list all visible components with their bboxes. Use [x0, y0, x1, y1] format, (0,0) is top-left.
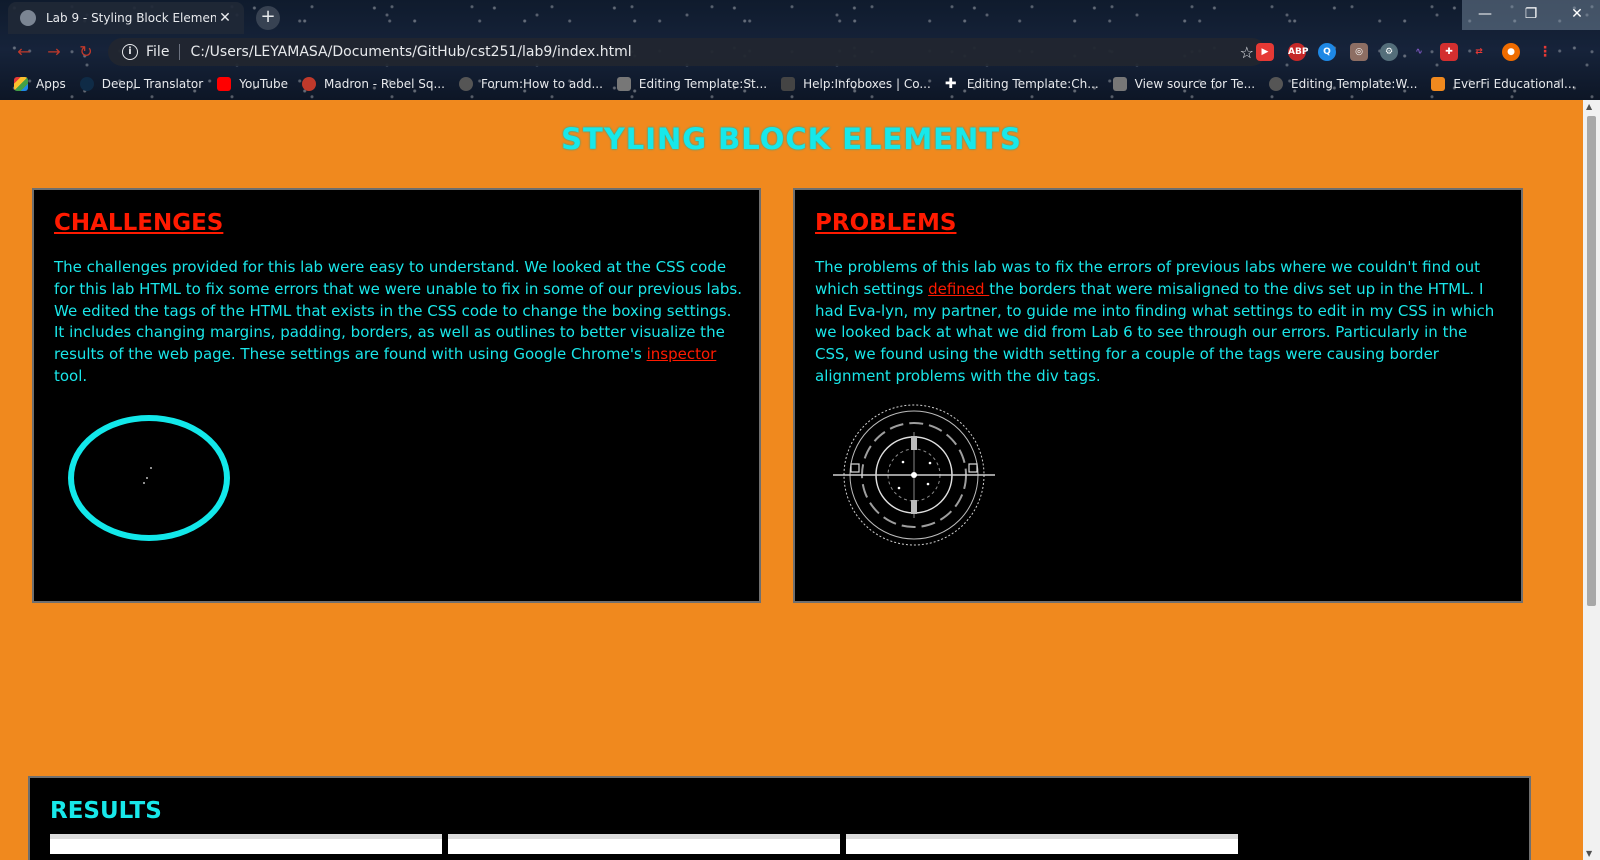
bookmark-label: Madron - Rebel Sq...	[324, 77, 445, 91]
star-dot	[146, 477, 148, 479]
forward-arrow-icon[interactable]: →	[44, 42, 64, 62]
scroll-thumb[interactable]	[1587, 116, 1596, 606]
thumbnail-titlebar	[448, 834, 840, 839]
challenges-text-part: tool.	[54, 366, 88, 385]
hud-ring-image	[833, 404, 995, 546]
window-close-button[interactable]: ✕	[1554, 0, 1600, 30]
dots-icon	[781, 77, 796, 91]
globe-icon	[20, 10, 36, 26]
info-icon[interactable]: i	[122, 44, 138, 60]
profile-avatar[interactable]: ●	[1502, 43, 1520, 61]
bookmark-label: Editing Template:St...	[638, 77, 768, 91]
thumbnail-titlebar	[50, 834, 442, 839]
heart-icon	[1269, 77, 1284, 91]
bookmark-label: YouTube	[239, 77, 289, 91]
heart-icon	[458, 77, 473, 91]
bookmark-label: DeepL Translator	[101, 77, 204, 91]
result-screenshot-thumbnail[interactable]	[846, 834, 1238, 854]
scroll-down-icon[interactable]: ▼	[1586, 849, 1592, 858]
bookmark-label: Help:Infoboxes | Co...	[803, 77, 931, 91]
new-tab-button[interactable]: +	[256, 6, 280, 30]
url-text[interactable]: C:/Users/LEYAMASA/Documents/GitHub/cst25…	[190, 44, 1239, 60]
browser-chrome: Lab 9 - Styling Block Elements ✕ + — ❐ ✕…	[0, 0, 1600, 100]
bookmark-label: Editing Template:Ch...	[966, 77, 1099, 91]
inspector-link[interactable]: inspector	[647, 345, 717, 363]
bookmark-label: EverFi Educational...	[1453, 77, 1576, 91]
address-separator	[179, 44, 181, 60]
owl-extension-icon[interactable]: ◎	[1350, 43, 1368, 61]
problems-panel: PROBLEMS The problems of this lab was to…	[793, 188, 1523, 603]
tab-bar: Lab 9 - Styling Block Elements ✕ + — ❐ ✕	[0, 0, 1600, 34]
wave-extension-icon[interactable]: ∿	[1410, 43, 1428, 61]
url-scheme-label: File	[146, 44, 170, 60]
bookmark-label: Editing Template:W...	[1291, 77, 1418, 91]
tab-title: Lab 9 - Styling Block Elements	[46, 11, 216, 25]
bookmark-label: Apps	[36, 77, 66, 91]
restore-button[interactable]: ❐	[1508, 0, 1554, 30]
problems-heading: PROBLEMS	[815, 210, 957, 236]
bookmark-item[interactable]: Help:Infoboxes | Co...	[781, 77, 931, 91]
menu-icon[interactable]: ⋮	[1536, 43, 1554, 61]
scroll-up-icon[interactable]: ▲	[1586, 102, 1592, 111]
challenges-heading: CHALLENGES	[54, 210, 224, 236]
browser-tab[interactable]: Lab 9 - Styling Block Elements ✕	[8, 2, 244, 34]
bookmark-item[interactable]: View source for Te...	[1112, 77, 1256, 91]
madron-icon	[302, 77, 317, 91]
wiki-icon	[1112, 77, 1127, 91]
reload-icon[interactable]: ↻	[76, 42, 96, 62]
bookmark-item[interactable]: Madron - Rebel Sq...	[302, 77, 445, 91]
bookmark-item[interactable]: ✚ Editing Template:Ch...	[945, 77, 1099, 91]
everfi-icon	[1431, 77, 1446, 91]
bookmarks-bar: Apps DeepL Translator YouTube Madron - R…	[0, 70, 1600, 98]
plus-icon: ✚	[944, 76, 957, 92]
bookmark-item[interactable]: EverFi Educational...	[1431, 77, 1575, 91]
result-screenshot-thumbnail[interactable]	[50, 834, 442, 854]
deepl-icon	[79, 77, 94, 91]
thumbnail-titlebar	[846, 834, 1238, 839]
puzzle-icon[interactable]: ✚	[1440, 43, 1458, 61]
bookmark-item[interactable]: YouTube	[217, 77, 288, 91]
page-title: STYLING BLOCK ELEMENTS	[561, 122, 1022, 156]
results-panel: RESULTS	[28, 776, 1531, 860]
close-tab-icon[interactable]: ✕	[216, 10, 234, 26]
bookmark-label: Forum:How to add...	[480, 77, 603, 91]
wiki-icon	[616, 77, 631, 91]
bookmark-label: View source for Te...	[1134, 77, 1256, 91]
apps-grid-icon	[14, 77, 28, 91]
browser-toolbar: ← → ↻ i File C:/Users/LEYAMASA/Documents…	[0, 34, 1600, 70]
star-dot	[143, 482, 145, 484]
vertical-scrollbar[interactable]: ▲ ▼	[1583, 100, 1600, 860]
cyan-oval-image	[68, 415, 230, 541]
bookmark-item[interactable]: Forum:How to add...	[458, 77, 603, 91]
results-heading: RESULTS	[50, 798, 162, 824]
star-icon[interactable]: ☆	[1240, 43, 1254, 62]
search-extension-icon[interactable]: Q	[1318, 43, 1336, 61]
back-arrow-icon[interactable]: ←	[14, 42, 34, 62]
page-viewport: STYLING BLOCK ELEMENTS CHALLENGES The ch…	[0, 100, 1583, 860]
bookmark-item[interactable]: Apps	[14, 77, 66, 91]
bookmark-item[interactable]: DeepL Translator	[79, 77, 204, 91]
adblock-icon[interactable]: ABP	[1288, 43, 1308, 61]
address-bar[interactable]: i File C:/Users/LEYAMASA/Documents/GitHu…	[108, 38, 1266, 66]
minimize-button[interactable]: —	[1462, 0, 1508, 30]
defined-link[interactable]: defined	[928, 280, 989, 298]
star-dot	[150, 467, 152, 469]
challenges-text-part: The challenges provided for this lab wer…	[54, 258, 742, 364]
gear-icon[interactable]: ⚙	[1380, 43, 1398, 61]
result-screenshot-thumbnail[interactable]	[448, 834, 840, 854]
youtube-icon	[217, 77, 232, 91]
problems-text: The problems of this lab was to fix the …	[815, 257, 1505, 388]
extension-red-icon[interactable]: ▶	[1256, 43, 1274, 61]
challenges-text: The challenges provided for this lab wer…	[54, 257, 744, 388]
translate-extension-icon[interactable]: ⇄	[1470, 43, 1488, 61]
bookmark-item[interactable]: Editing Template:W...	[1269, 77, 1417, 91]
challenges-panel: CHALLENGES The challenges provided for t…	[32, 188, 761, 603]
bookmark-item[interactable]: Editing Template:St...	[616, 77, 768, 91]
